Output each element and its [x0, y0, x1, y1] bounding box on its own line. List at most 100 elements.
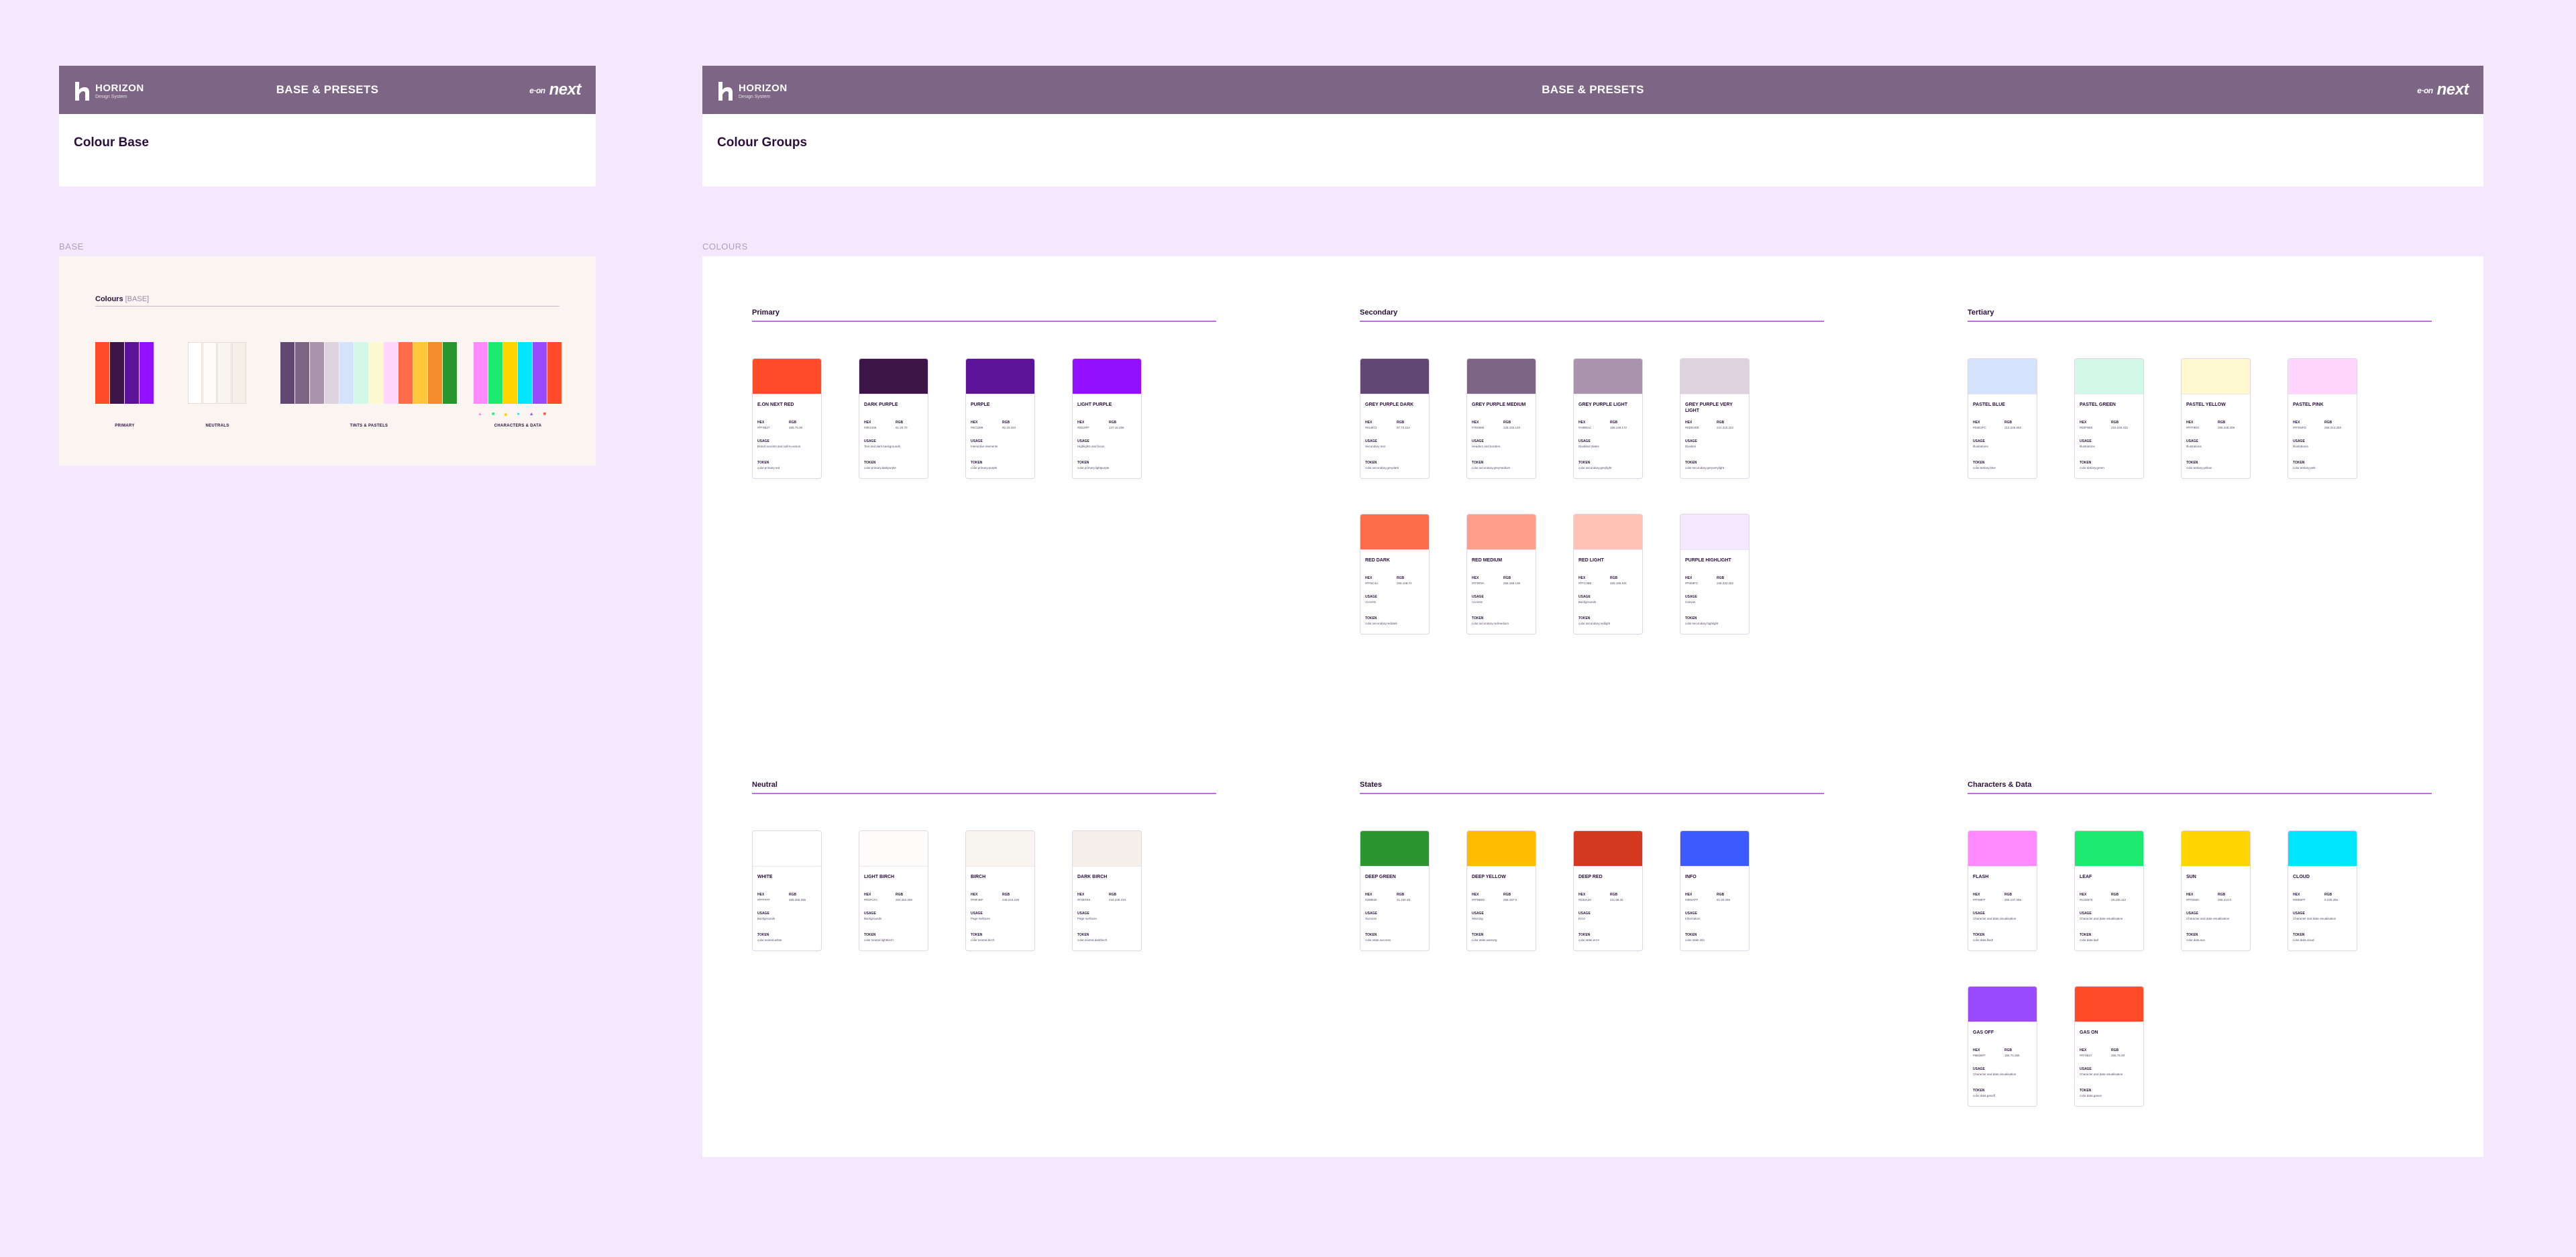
hex-value: #FFD500: [2186, 898, 2199, 901]
colour-card[interactable]: E.ON NEXT RED HEX RGB #FF4B27 255.75.39 USAGE…: [752, 358, 822, 479]
usage-value: Character and data visualisation: [2186, 917, 2230, 920]
colour-card[interactable]: DEEP YELLOW HEX RGB #FFBB00 255.187.0 USAGE Wa…: [1466, 830, 1536, 951]
base-swatch: [110, 342, 124, 404]
usage-value: Character and data visualisation: [2080, 917, 2123, 920]
hex-value: #FF4B27: [2080, 1054, 2092, 1057]
base-group-primary: [95, 342, 154, 404]
colour-card[interactable]: PASTEL YELLOW HEX RGB #FFF8D0 255.248.208 USA…: [2181, 358, 2251, 479]
base-swatch: [474, 342, 488, 404]
token-value: color.data.leaf: [2080, 938, 2099, 942]
colour-name: GREY PURPLE DARK: [1365, 402, 1414, 407]
token-value: color.primary.darkpurple: [864, 466, 896, 470]
usage-value: Accents: [1472, 600, 1483, 604]
rgb-value: 41.150.48: [1397, 898, 1411, 901]
colour-card[interactable]: BIRCH HEX RGB #F8F4EF 248.244.239 USAGE Page s…: [965, 830, 1035, 951]
colour-card[interactable]: CLOUD HEX RGB #00E6FF 0.230.255 USAGE Characte…: [2288, 830, 2357, 951]
colour-swatch: [859, 831, 928, 867]
usage-label: USAGE: [1472, 912, 1484, 916]
colour-card[interactable]: PURPLE HEX RGB #5C1399 92.19.153 USAGE Interac…: [965, 358, 1035, 479]
colour-name: INFO: [1685, 875, 1697, 879]
colour-swatch: [2075, 359, 2143, 394]
usage-value: Interactive elements: [971, 445, 998, 448]
character-markers: ▲ ■ ◆ ● ▲ ■: [478, 412, 546, 417]
usage-label: USAGE: [1365, 595, 1377, 599]
colour-name: DEEP RED: [1578, 875, 1603, 879]
character-marker-icon: ■: [491, 412, 495, 417]
frame-header: HORIZON Design System BASE & PRESETS e·on…: [702, 66, 2483, 114]
colour-card[interactable]: RED LIGHT HEX RGB #FFC3B5 255.195.181 USAGE Ba…: [1573, 514, 1643, 635]
rgb-label: RGB: [789, 893, 797, 897]
hex-value: #DDD2DE: [1685, 426, 1700, 429]
group-divider: [1968, 793, 2432, 794]
group-title: Secondary: [1360, 309, 1398, 317]
hex-value: #F4EFE9: [1077, 898, 1091, 901]
usage-value: Character and data visualisation: [2080, 1073, 2123, 1076]
rgb-value: 253.252.250: [896, 898, 913, 901]
rgb-label: RGB: [1109, 421, 1117, 425]
colour-card[interactable]: DARK BIRCH HEX RGB #F4EFE9 244.239.233 USAGE P…: [1072, 830, 1142, 951]
token-label: TOKEN: [971, 461, 983, 465]
colour-swatch: [2288, 359, 2357, 394]
base-swatch: [488, 342, 502, 404]
base-colours-panel: Colours [BASE] ▲ ■ ◆ ● ▲ ■ PRIMARY NEUTRALS T…: [59, 256, 596, 466]
base-group-neutrals: [188, 342, 246, 404]
token-label: TOKEN: [1973, 461, 1985, 465]
character-marker-icon: ◆: [504, 413, 508, 417]
group-label-tints: TINTS & PASTELS: [350, 424, 388, 428]
usage-label: USAGE: [1973, 1067, 1985, 1071]
rgb-value: 255.159.138: [1503, 582, 1521, 585]
usage-label: USAGE: [2080, 439, 2092, 443]
colour-card[interactable]: GREY PURPLE VERY LIGHT HEX RGB #DDD2DE 221.2…: [1680, 358, 1750, 479]
colour-card[interactable]: DEEP GREEN HEX RGB #299630 41.150.48 USAGE Suc…: [1360, 830, 1430, 951]
usage-label: USAGE: [2293, 439, 2305, 443]
token-label: TOKEN: [1365, 933, 1377, 937]
colour-card[interactable]: LEAF HEX RGB #1CEB70 28.235.112 USAGE Characte…: [2074, 830, 2144, 951]
colour-card[interactable]: GREY PURPLE LIGHT HEX RGB #A895AC 168.149.17…: [1573, 358, 1643, 479]
hex-label: HEX: [1077, 893, 1085, 897]
rgb-label: RGB: [789, 421, 797, 425]
colour-card[interactable]: PURPLE HIGHLIGHT HEX RGB #F5E8FC 245.232.252…: [1680, 514, 1750, 635]
usage-label: USAGE: [1077, 439, 1089, 443]
token-value: color.neutral.white: [757, 938, 782, 942]
colour-card[interactable]: PASTEL BLUE HEX RGB #D4E2FC 212.226.252 USAGE…: [1968, 358, 2037, 479]
colour-swatch: [859, 359, 928, 394]
colour-card[interactable]: FLASH HEX RGB #FF89FF 255.137.255 USAGE Charac…: [1968, 830, 2037, 951]
colour-card[interactable]: GAS ON HEX RGB #FF4B27 255.75.39 USAGE Charact…: [2074, 986, 2144, 1107]
base-swatch: [518, 342, 532, 404]
colour-card[interactable]: PASTEL GREEN HEX RGB #D2F9E8 210.249.232 USAG…: [2074, 358, 2144, 479]
colour-card[interactable]: RED MEDIUM HEX RGB #FF9F8A 255.159.138 USAGE A…: [1466, 514, 1536, 635]
colour-card[interactable]: RED DARK HEX RGB #FF6C4A 255.108.74 USAGE Acce…: [1360, 514, 1430, 635]
rgb-label: RGB: [1610, 421, 1618, 425]
colour-card[interactable]: PASTEL PINK HEX RGB #FFD6FD 255.214.253 USAGE…: [2288, 358, 2357, 479]
character-marker-icon: ■: [543, 412, 546, 417]
hex-label: HEX: [1077, 421, 1085, 425]
usage-label: USAGE: [1578, 439, 1591, 443]
rgb-value: 255.255.255: [789, 898, 806, 901]
token-value: color.primary.lightpurple: [1077, 466, 1110, 470]
colour-card[interactable]: GREY PURPLE DARK HEX RGB #614872 97.72.114 US…: [1360, 358, 1430, 479]
rgb-value: 147.16.255: [1109, 426, 1124, 429]
colour-card[interactable]: DEEP RED HEX RGB #D33A20 211.58.32 USAGE Error…: [1573, 830, 1643, 951]
token-label: TOKEN: [1472, 616, 1484, 620]
page-title: Colour Groups: [717, 135, 808, 150]
usage-label: USAGE: [1077, 912, 1089, 916]
hex-label: HEX: [1365, 421, 1373, 425]
colour-card[interactable]: SUN HEX RGB #FFD500 255.213.0 USAGE Character …: [2181, 830, 2251, 951]
colour-card[interactable]: GREY PURPLE MEDIUM HEX RGB #7D6685 125.102.1…: [1466, 358, 1536, 479]
hex-value: #D2F9E8: [2080, 426, 2093, 429]
colour-card[interactable]: LIGHT PURPLE HEX RGB #9310FF 147.16.255 USAGE…: [1072, 358, 1142, 479]
rgb-value: 244.239.233: [1109, 898, 1126, 901]
header-title: BASE & PRESETS: [1542, 83, 1644, 96]
hex-label: HEX: [2186, 421, 2194, 425]
colour-card[interactable]: WHITE HEX RGB #FFFFFF 255.255.255 USAGE Backgr…: [752, 830, 822, 951]
colour-swatch: [1467, 831, 1536, 867]
hex-label: HEX: [1685, 576, 1693, 580]
colour-card[interactable]: GAS OFF HEX RGB #9B4BFF 155.75.255 USAGE Chara…: [1968, 986, 2037, 1107]
colour-card[interactable]: INFO HEX RGB #3D5AFF 61.90.255 USAGE Informati…: [1680, 830, 1750, 951]
colour-card[interactable]: LIGHT BIRCH HEX RGB #FDFCFA 253.252.250 USAGE…: [859, 830, 928, 951]
hex-label: HEX: [1578, 893, 1586, 897]
colour-card[interactable]: DARK PURPLE HEX RGB #3D1446 61.20.70 USAGE Tex…: [859, 358, 928, 479]
hex-value: #FFC3B5: [1578, 582, 1592, 585]
rgb-label: RGB: [1002, 893, 1010, 897]
colour-swatch: [1360, 359, 1429, 394]
